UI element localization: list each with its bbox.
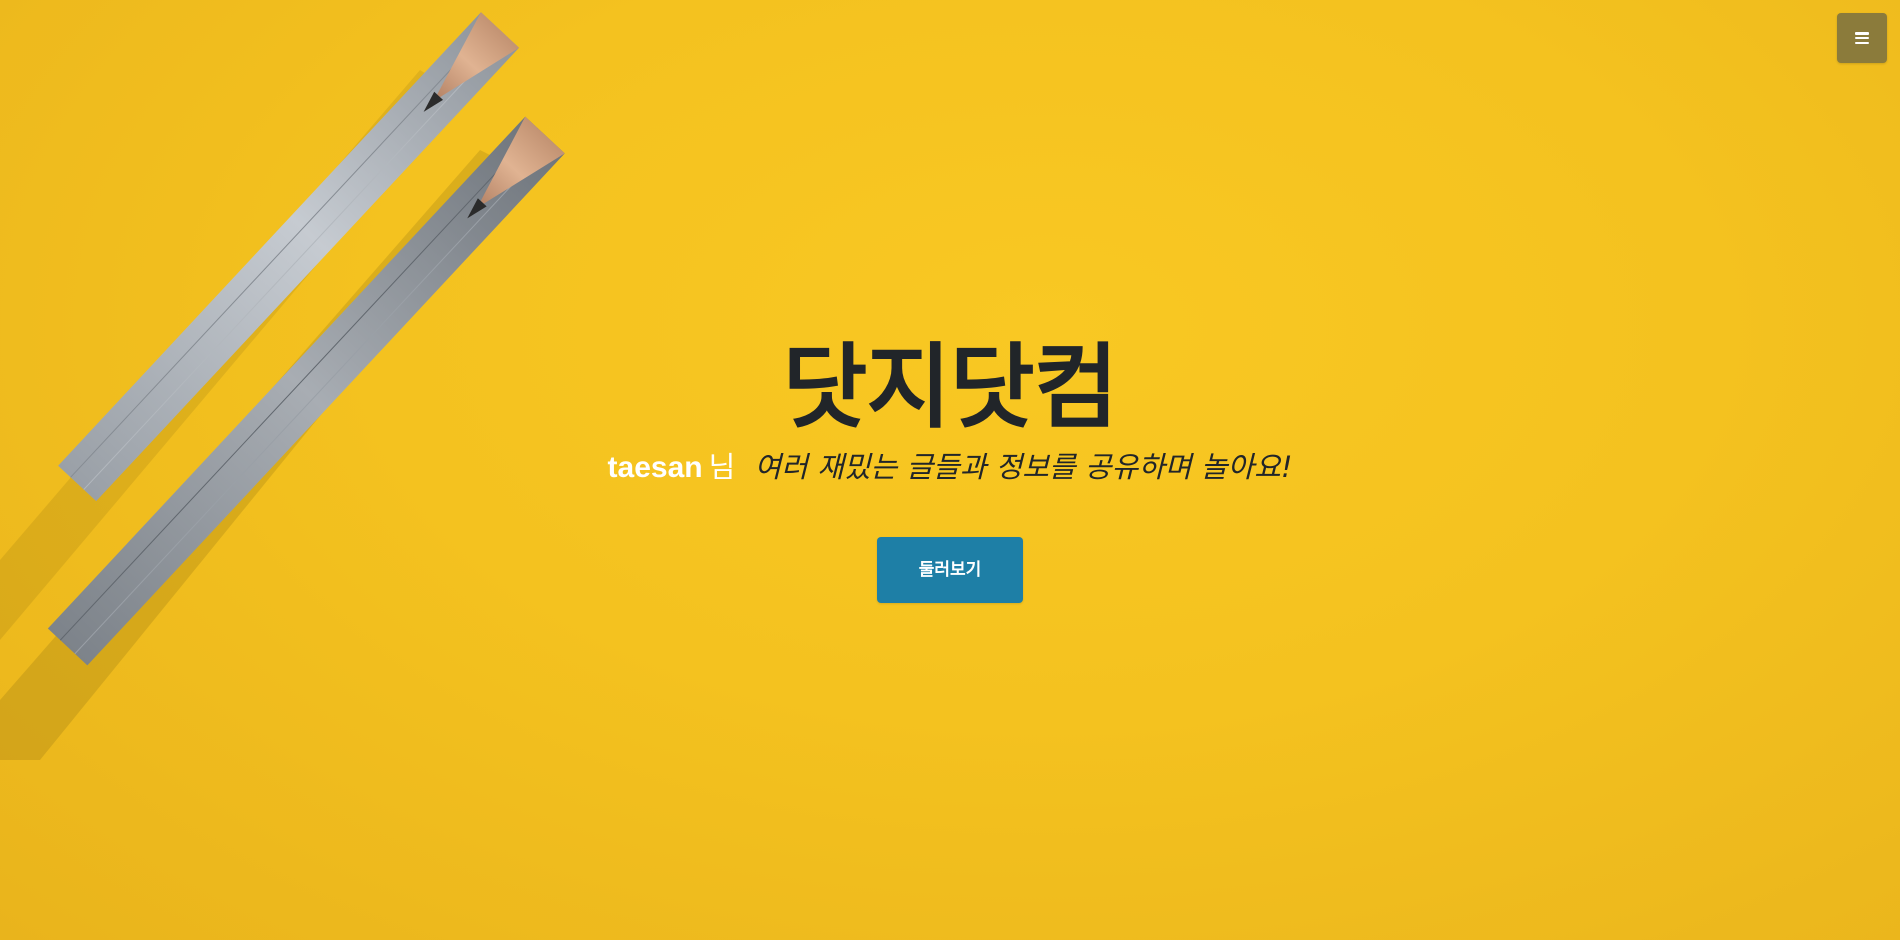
hero-tagline: taesan 님 여러 재밌는 글들과 정보를 공유하며 놀아요! bbox=[0, 446, 1900, 489]
hero-content: 닷지닷컴 taesan 님 여러 재밌는 글들과 정보를 공유하며 놀아요! 둘러… bbox=[0, 330, 1900, 603]
username-honorific: 님 bbox=[708, 450, 736, 484]
tagline-message: 여러 재밌는 글들과 정보를 공유하며 놀아요! bbox=[754, 450, 1293, 484]
menu-toggle-button[interactable] bbox=[1837, 13, 1887, 63]
hamburger-menu-icon bbox=[1855, 32, 1869, 44]
hero-section: 닷지닷컴 taesan 님 여러 재밌는 글들과 정보를 공유하며 놀아요! 둘러… bbox=[0, 0, 1900, 940]
username: taesan bbox=[607, 451, 703, 484]
explore-button[interactable]: 둘러보기 bbox=[877, 537, 1023, 603]
site-title: 닷지닷컴 bbox=[782, 334, 1119, 441]
